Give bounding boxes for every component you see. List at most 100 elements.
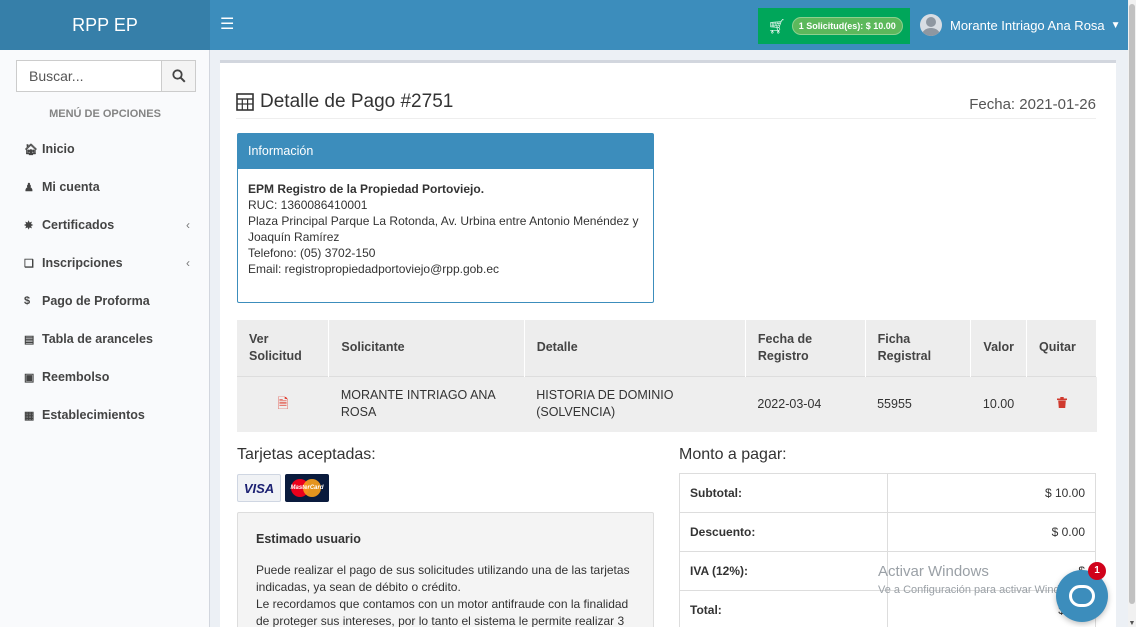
dollar-icon: $ [24,295,31,307]
table-icon: ▤ [24,333,35,346]
money-bill-icon: ▣ [24,371,35,384]
notice-paragraph: Puede realizar el pago de sus solicitude… [256,563,630,594]
search-icon [171,69,186,83]
sidebar-item-label: Mi cuenta [42,180,100,194]
col-ficha-registral: Ficha Registral [865,320,972,376]
avatar [920,14,942,36]
sidebar-menu: 🏠︎ Inicio ♟ Mi cuenta ✸ Certificados ‹ ❏ Insc… [0,130,210,434]
menu-toggle-icon[interactable]: ☰ [220,0,234,50]
company-email: Email: registropropiedadportoviejo@rpp.g… [248,262,499,276]
search-button[interactable] [161,61,195,91]
mastercard-logo: MasterCard [285,474,329,502]
payment-date: Fecha: 2021-01-26 [969,96,1096,113]
home-icon: 🏠︎ [24,143,38,156]
subtotal-value: $ 10.00 [887,473,1096,513]
discount-label: Descuento: [679,512,888,552]
watermark-title: Activar Windows [878,563,989,580]
visa-logo: VISA [237,474,281,502]
chat-notification-badge: 1 [1088,562,1106,580]
cell-ver: 🗎︎ [237,375,329,432]
company-address: Plaza Principal Parque La Rotonda, Av. U… [248,214,639,228]
col-valor: Valor [970,320,1027,376]
amount-title: Monto a pagar: [679,446,787,463]
iva-label: IVA (12%): [679,551,888,591]
sidebar-item-label: Establecimientos [42,408,145,422]
payment-detail-card: Detalle de Pago #2751 Fecha: 2021-01-26 … [220,60,1116,627]
chat-widget-button[interactable]: 1 [1056,562,1108,622]
col-fecha-registro: Fecha de Registro [745,320,866,376]
cell-quitar [1026,375,1097,432]
sidebar-item-inicio[interactable]: 🏠︎ Inicio [0,130,210,168]
watermark-subtitle: Ve a Configuración para activar Windows. [878,584,1083,596]
sidebar-item-mi-cuenta[interactable]: ♟ Mi cuenta [0,168,210,206]
totals-table: Subtotal: $ 10.00 Descuento: $ 0.00 IVA (1… [679,473,1096,627]
notice-title: Estimado usuario [256,532,361,546]
brand-logo[interactable]: RPP EP [0,0,210,50]
sidebar-item-label: Reembolso [42,370,110,384]
chevron-left-icon: ‹ [186,218,190,232]
notice-paragraph: Le recordamos que contamos con un motor … [256,597,629,627]
chat-bubble-icon [1069,585,1095,607]
cart-summary-badge: 1 Solicitud(es): $ 10.00 [791,17,903,35]
sidebar-item-label: Pago de Proforma [42,294,150,308]
windows-activation-watermark: Activar Windows Ve a Configuración para … [878,563,1082,599]
clipboard-icon: ❏ [24,257,34,270]
chevron-left-icon: ‹ [186,256,190,270]
sidebar-search [16,60,196,92]
divider [236,118,1096,119]
cell-valor: 10.00 [970,375,1027,432]
top-navbar: RPP EP ☰ 🛒︎ 1 Solicitud(es): $ 10.00 Mor… [0,0,1128,50]
accepted-cards-title: Tarjetas aceptadas: [237,446,376,463]
scroll-down-arrow-icon[interactable]: ▼ [1128,620,1136,627]
col-detalle: Detalle [524,320,746,376]
table-row: 🗎︎ MORANTE INTRIAGO ANA ROSA HISTORIA DE… [237,375,1097,432]
sidebar-item-label: Certificados [42,218,115,232]
sidebar: MENÚ DE OPCIONES 🏠︎ Inicio ♟ Mi cuenta ✸ Ce… [0,50,210,627]
building-icon: ▦ [24,409,35,422]
search-input[interactable] [17,61,161,91]
sidebar-item-label: Tabla de aranceles [42,332,153,346]
user-menu[interactable]: Morante Intriago Ana Rosa ▼ [920,0,1121,50]
cell-ficha: 55955 [865,375,971,432]
sidebar-item-label: Inicio [42,142,75,156]
trash-icon[interactable] [1056,396,1067,408]
discount-value: $ 0.00 [887,512,1096,552]
table-header-row: Ver Solicitud Solicitante Detalle Fecha … [237,320,1097,376]
caret-down-icon: ▼ [1110,19,1121,31]
table-row: Subtotal: $ 10.00 [679,473,1096,513]
user-notice: Estimado usuario Puede realizar el pago … [237,512,654,627]
user-name: Morante Intriago Ana Rosa [950,17,1105,33]
col-solicitante: Solicitante [328,320,525,376]
total-label: Total: [679,590,888,627]
company-name: EPM Registro de la Propiedad Portoviejo. [248,182,485,196]
sidebar-item-tabla-aranceles[interactable]: ▤ Tabla de aranceles [0,320,210,358]
cell-fecha: 2022-03-04 [745,375,866,432]
company-phone: Telefono: (05) 3702-150 [248,246,376,260]
certificate-icon: ✸ [24,219,34,232]
sidebar-item-inscripciones[interactable]: ❏ Inscripciones ‹ [0,244,210,282]
col-quitar: Quitar [1026,320,1097,376]
sidebar-item-pago-proforma[interactable]: $ Pago de Proforma [0,282,210,320]
vertical-scrollbar[interactable]: ▼ [1128,0,1136,627]
cell-detalle: HISTORIA DE DOMINIO (SOLVENCIA) [524,375,746,432]
subtotal-label: Subtotal: [679,473,888,513]
shopping-cart-icon: 🛒︎ [768,17,786,34]
sidebar-item-reembolso[interactable]: ▣ Reembolso [0,358,210,396]
company-ruc: RUC: 1360086410001 [248,198,368,212]
menu-header: MENÚ DE OPCIONES [49,108,161,120]
request-table: Ver Solicitud Solicitante Detalle Fecha … [237,320,1097,432]
info-panel-body: EPM Registro de la Propiedad Portoviejo.… [238,169,653,289]
cart-button[interactable]: 🛒︎ 1 Solicitud(es): $ 10.00 [758,8,910,44]
page-title: Detalle de Pago #2751 [236,91,453,113]
info-panel-header: Información [238,134,653,169]
col-ver-solicitud: Ver Solicitud [237,320,330,376]
calculator-icon [236,93,254,111]
sidebar-item-certificados[interactable]: ✸ Certificados ‹ [0,206,210,244]
page-title-text: Detalle de Pago #2751 [260,91,454,112]
pdf-file-icon[interactable]: 🗎︎ [277,395,288,411]
table-row: Descuento: $ 0.00 [679,512,1096,552]
sidebar-item-establecimientos[interactable]: ▦ Establecimientos [0,396,210,434]
scrollbar-thumb[interactable] [1129,4,1135,604]
user-icon: ♟ [24,181,34,194]
company-address-cont: Joaquín Ramírez [248,230,340,244]
